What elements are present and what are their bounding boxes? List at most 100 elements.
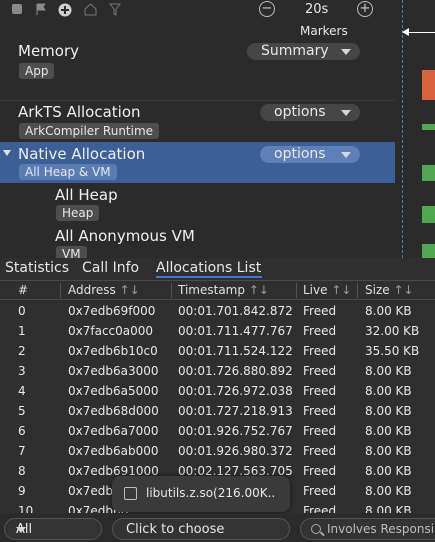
cell-size: 8.00 KB (365, 384, 412, 398)
column-live[interactable]: Live ↑↓ (303, 283, 351, 297)
track-dropdown[interactable]: options (260, 146, 360, 163)
column-label: Live (303, 283, 328, 297)
track-dropdown[interactable]: Summary (247, 43, 360, 60)
tab-allocations-list[interactable]: Allocations List (156, 260, 261, 276)
cell-live: Freed (303, 364, 337, 378)
arkts-bar (422, 124, 435, 130)
chevron-down-icon (341, 49, 351, 55)
table-row[interactable]: 6 0x7edb6a7000 00:01.926.752.767 Freed 8.00 … (0, 421, 435, 441)
cell-size: 8.00 KB (365, 304, 412, 318)
cell-timestamp: 00:01.926.752.767 (178, 424, 293, 438)
cell-timestamp: 00:01.711.477.767 (178, 324, 293, 338)
track-title: Native Allocation (18, 145, 146, 163)
column-label: Size (365, 283, 390, 297)
track-native-allocation[interactable]: Native Allocation All Heap & VM options (0, 142, 395, 183)
cell-size: 8.00 KB (365, 364, 412, 378)
table-row[interactable]: 7 0x7edb6ab000 00:01.926.980.372 Freed 8.00 … (0, 441, 435, 461)
cell-index: 1 (18, 324, 26, 338)
cell-size: 8.00 KB (365, 404, 412, 418)
vm-bar (422, 244, 435, 258)
cell-address: 0x7edb6ab000 (68, 444, 159, 458)
library-tooltip: libutils.z.so(216.00K.. (112, 476, 290, 512)
search-box[interactable] (300, 518, 435, 540)
table-row[interactable]: 4 0x7edb6a5000 00:01.726.972.038 Freed 8.00 … (0, 381, 435, 401)
tooltip-label: libutils.z.so(216.00K.. (146, 486, 276, 500)
cell-live: Freed (303, 384, 337, 398)
cell-address: 0x7edb6a3000 (68, 364, 159, 378)
dropdown-label: options (274, 146, 326, 162)
cell-size: 8.00 KB (365, 424, 412, 438)
cell-timestamp: 00:01.727.218.913 (178, 404, 293, 418)
filter-icon[interactable] (108, 3, 121, 16)
column-divider (296, 283, 297, 298)
track-all-anonymous-vm[interactable]: All Anonymous VM VM (0, 224, 395, 258)
cell-index: 10 (18, 504, 34, 513)
search-icon (311, 524, 321, 534)
choose-button-label: Click to choose (126, 522, 225, 537)
track-title: All Anonymous VM (55, 227, 195, 245)
dropdown-label: Summary (261, 43, 329, 59)
cell-address: 0x7edb6b10c0 (68, 344, 158, 358)
column-timestamp[interactable]: Timestamp ↑↓ (178, 283, 269, 297)
chevron-down-icon (341, 152, 351, 158)
column-size[interactable]: Size ↑↓ (365, 283, 414, 297)
filter-select[interactable]: All (4, 518, 102, 540)
zoom-in-button[interactable]: + (357, 1, 373, 17)
expand-arrow-icon[interactable] (3, 150, 11, 156)
table-row[interactable]: 3 0x7edb6a3000 00:01.726.880.892 Freed 8.00 … (0, 361, 435, 381)
cell-index: 9 (18, 484, 26, 498)
memory-bar (422, 70, 435, 100)
table-row[interactable]: 5 0x7edb68d000 00:01.727.218.913 Freed 8.00 … (0, 401, 435, 421)
cell-size: 8.00 KB (365, 484, 412, 498)
zoom-level: 20s (305, 2, 329, 17)
cell-address: 0x7edb6a5000 (68, 384, 159, 398)
cell-size: 8.00 KB (365, 444, 412, 458)
column-address[interactable]: Address ↑↓ (68, 283, 140, 297)
column-label: Timestamp (178, 283, 245, 297)
cell-timestamp: 00:01.926.980.372 (178, 444, 293, 458)
table-row[interactable]: 1 0x7facc0a000 00:01.711.477.767 Freed 32.00… (0, 321, 435, 341)
tab-statistics[interactable]: Statistics (5, 260, 69, 276)
table-row[interactable]: 2 0x7edb6b10c0 00:01.711.524.122 Freed 35.50… (0, 341, 435, 361)
search-input[interactable] (327, 521, 435, 537)
dropdown-label: options (274, 104, 326, 120)
record-icon[interactable] (10, 3, 23, 16)
add-circle-icon[interactable] (58, 3, 72, 17)
tab-call-info[interactable]: Call Info (82, 260, 139, 276)
table-row[interactable]: 0 0x7edb69f000 00:01.701.842.872 Freed 8.00 … (0, 301, 435, 321)
tab-bar: Statistics Call Info Allocations List (0, 258, 435, 278)
cell-address: 0x7edb6a7000 (68, 424, 159, 438)
track-all-heap[interactable]: All Heap Heap (0, 183, 395, 224)
track-tag: All Heap & VM (19, 164, 117, 180)
cell-size: 32.00 KB (365, 324, 420, 338)
column-divider (357, 283, 358, 298)
tooltip-checkbox[interactable] (124, 487, 137, 500)
cell-index: 4 (18, 384, 26, 398)
home-icon[interactable] (84, 3, 97, 16)
column-divider (171, 283, 172, 298)
column-divider (60, 283, 61, 298)
cell-index: 3 (18, 364, 26, 378)
track-dropdown[interactable]: options (260, 104, 360, 121)
zoom-out-button[interactable]: − (259, 1, 275, 17)
cell-address: 0x7facc0a000 (68, 324, 154, 338)
choose-button[interactable]: Click to choose (112, 518, 290, 540)
cell-live: Freed (303, 404, 337, 418)
cell-live: Freed (303, 304, 337, 318)
cell-timestamp: 00:01.711.524.122 (178, 344, 293, 358)
cell-index: 2 (18, 344, 26, 358)
cell-timestamp: 00:01.701.842.872 (178, 304, 293, 318)
track-title: All Heap (55, 186, 118, 204)
track-tag: App (19, 63, 55, 79)
cell-index: 8 (18, 464, 26, 478)
cell-live: Freed (303, 344, 337, 358)
column-index[interactable]: # (18, 283, 28, 297)
track-tag: VM (56, 246, 87, 258)
flag-icon[interactable] (34, 3, 47, 16)
track-title: Memory (18, 42, 80, 60)
cell-index: 5 (18, 404, 26, 418)
cell-timestamp: 00:01.726.972.038 (178, 384, 293, 398)
cell-live: Freed (303, 324, 337, 338)
track-memory[interactable]: Memory App Summary (0, 40, 395, 100)
track-arkts-allocation[interactable]: ArkTS Allocation ArkCompiler Runtime opt… (0, 101, 395, 142)
